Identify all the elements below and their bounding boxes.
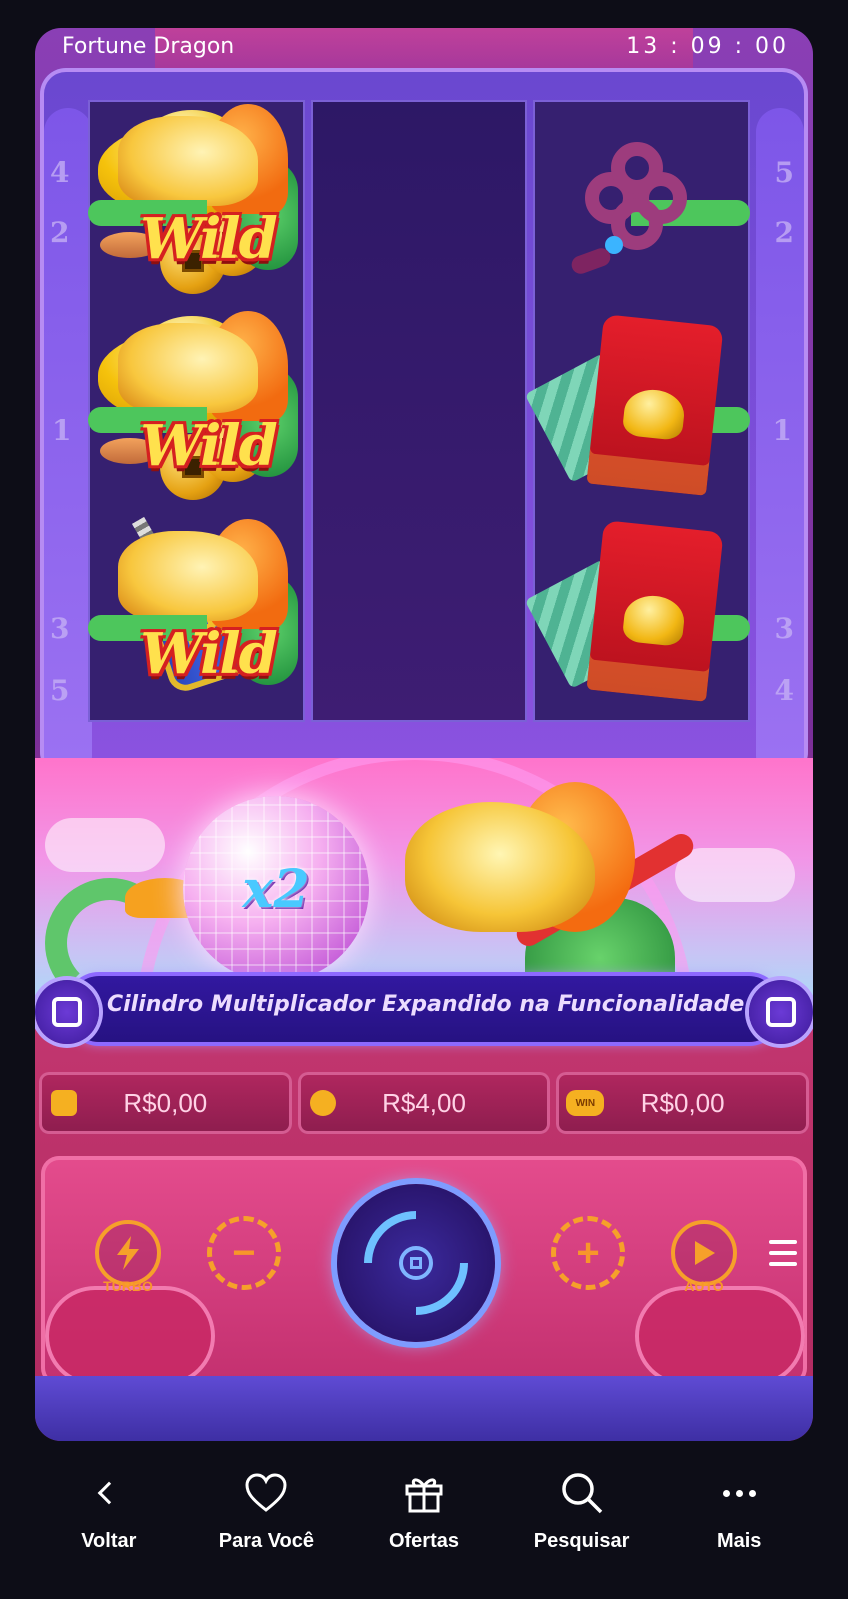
payline-number: 4 [50,156,70,189]
stats-bar: R$0,00 R$4,00 WIN R$0,00 [39,1072,810,1136]
bet-value: R$4,00 [382,1087,466,1118]
nav-para-voce[interactable]: Para Você [196,1460,336,1599]
control-panel: TURBO − + AUTO [35,1136,813,1441]
turbo-label: TURBO [103,1278,153,1294]
win-value: R$0,00 [640,1087,725,1118]
nav-label: Mais [716,1530,762,1552]
wallet-icon [51,1090,77,1116]
back-chevron-icon [97,1481,121,1505]
win-badge-icon: WIN [566,1090,605,1116]
reel-3 [525,100,751,722]
bet-display[interactable]: R$4,00 [297,1072,551,1134]
increase-bet-button[interactable]: + [551,1216,625,1290]
decrease-bet-button[interactable]: − [207,1216,281,1290]
nav-label: Para Você [218,1530,315,1552]
plus-icon: + [576,1230,600,1275]
marquee-left-button[interactable] [35,980,99,1044]
wild-label: Wild [140,413,278,480]
status-bar: Fortune Dragon 13 : 09 : 00 [35,28,813,74]
symbol-red-envelope [525,308,748,514]
payline-number: 4 [774,674,794,707]
cloud-scroll-decor [635,1286,805,1386]
payline-number: 3 [50,612,70,645]
nav-mais[interactable]: Mais [669,1460,809,1599]
heart-icon [245,1473,287,1512]
info-marquee: Cilindro Multiplicador Expandido na Func… [35,976,813,1046]
win-display: WIN R$0,00 [556,1072,810,1134]
auto-label: AUTO [684,1278,724,1294]
cloud [675,848,795,902]
payline-number: 5 [774,156,794,189]
more-dots-icon [722,1489,756,1497]
multiplier-disco-ball: x2 [183,796,369,982]
nav-label: Ofertas [388,1530,459,1552]
payline-number: 1 [52,414,72,447]
payline-number: 2 [774,216,794,249]
balance-value: R$0,00 [123,1087,208,1118]
square-icon [52,997,82,1027]
menu-icon[interactable] [769,1240,797,1273]
multiplier-value: x2 [242,858,310,920]
nav-ofertas[interactable]: Ofertas [354,1460,494,1599]
payline-number: 1 [772,414,792,447]
game-frame: 4 2 1 3 5 5 2 1 3 4 Fortune Dragon 13 : … [35,28,813,1441]
reel-2: Wild Wild Wild [88,100,750,722]
lightning-icon [117,1236,139,1270]
search-icon [561,1473,602,1514]
spin-arrows-icon [342,1189,490,1337]
symbol-lucky-knot [535,102,748,308]
wild-label: Wild [140,206,278,272]
payline-number: 5 [50,674,70,707]
marquee-text: Cilindro Multiplicador Expandido na Func… [107,992,779,1017]
nav-back[interactable]: Voltar [39,1460,179,1599]
nav-label: Pesquisar [533,1530,630,1552]
minus-icon: − [232,1230,256,1275]
spin-button[interactable] [337,1184,495,1342]
autoplay-button[interactable]: AUTO [671,1220,737,1294]
turbo-button[interactable]: TURBO [95,1220,161,1294]
payline-number: 2 [50,216,70,249]
cloud [45,818,165,872]
marquee-bar: Cilindro Multiplicador Expandido na Func… [69,976,779,1042]
panel-base [35,1376,813,1441]
payline-number: 3 [774,612,794,645]
reel-grid[interactable]: 福 Wild Wild Wild [88,100,751,722]
bottom-navigation: Voltar Para Você Ofertas Pesquisar Mais [0,1460,848,1599]
game-clock: 13 : 09 : 00 [626,34,789,59]
square-icon [766,997,796,1027]
app-title: Fortune Dragon [62,34,235,59]
cloud-scroll-decor [45,1286,215,1386]
gift-icon [405,1478,443,1513]
symbol-red-envelope [525,514,748,720]
coin-stack-icon [309,1090,336,1116]
balance-display: R$0,00 [39,1072,292,1134]
nav-pesquisar[interactable]: Pesquisar [512,1460,652,1599]
play-icon [695,1241,715,1265]
wild-label: Wild [140,620,278,687]
nav-label: Voltar [81,1530,137,1552]
marquee-right-button[interactable] [749,980,813,1044]
